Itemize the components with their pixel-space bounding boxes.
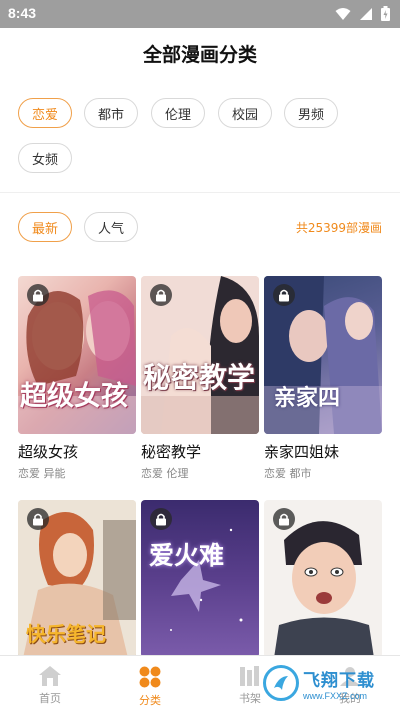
watermark-icon <box>263 665 299 701</box>
nav-home[interactable]: 首页 <box>0 656 100 711</box>
comic-card[interactable] <box>264 500 382 658</box>
comic-cover[interactable]: 超级女孩 <box>18 276 136 434</box>
comic-tags: 恋爱 异能 <box>18 467 66 480</box>
category-chip-male[interactable]: 男频 <box>284 98 338 128</box>
category-chip-ethics[interactable]: 伦理 <box>151 98 205 128</box>
divider <box>0 192 400 193</box>
lock-icon <box>150 508 172 530</box>
category-chip-urban[interactable]: 都市 <box>84 98 138 128</box>
lock-icon <box>27 284 49 306</box>
wifi-icon <box>335 7 351 20</box>
total-count: 共25399部漫画 <box>295 221 382 235</box>
lock-icon <box>150 284 172 306</box>
bookshelf-icon <box>240 666 259 686</box>
cover-title: 爱火难 <box>149 541 225 570</box>
comic-cover[interactable]: 快乐笔记 <box>18 500 136 658</box>
status-bar: 8:43 <box>0 0 400 28</box>
comic-tags: 恋爱 伦理 <box>141 467 189 480</box>
sort-chip-popular[interactable]: 人气 <box>84 212 138 242</box>
cover-title: 秘密教学 <box>143 361 256 394</box>
comic-cover[interactable]: 爱火难 <box>141 500 259 658</box>
comic-card[interactable]: 秘密教学 秘密教学 恋爱 伦理 <box>141 276 259 481</box>
comic-cover[interactable] <box>264 500 382 658</box>
nav-home-label: 首页 <box>39 692 61 705</box>
page-title: 全部漫画分类 <box>142 44 257 66</box>
category-chip-campus[interactable]: 校园 <box>218 98 272 128</box>
lock-icon <box>27 508 49 530</box>
battery-icon <box>381 6 390 21</box>
comic-card[interactable]: 爱火难 <box>141 500 259 658</box>
lock-icon <box>273 284 295 306</box>
watermark-url: www.FXXZ.com <box>303 690 368 701</box>
watermark-title: 飞翔下载 <box>303 670 375 691</box>
comic-tags: 恋爱 都市 <box>264 467 312 480</box>
comic-title: 超级女孩 <box>18 443 79 461</box>
nav-bookshelf-label: 书架 <box>239 692 261 705</box>
sort-chip-latest[interactable]: 最新 <box>18 212 72 242</box>
category-icon <box>139 666 161 688</box>
comic-title: 亲家四姐妹 <box>264 443 340 461</box>
nav-category[interactable]: 分类 <box>100 656 200 711</box>
comic-cover[interactable]: 秘密教学 <box>141 276 259 434</box>
nav-category-label: 分类 <box>139 694 161 707</box>
comic-title: 秘密教学 <box>141 443 202 461</box>
watermark-logo: 飞翔下载 www.FXXZ.com <box>263 662 393 704</box>
comic-card[interactable]: 超级女孩 超级女孩 恋爱 异能 <box>18 276 136 481</box>
lock-icon <box>273 508 295 530</box>
signal-icon <box>360 7 372 20</box>
comic-cover[interactable]: 亲家四 <box>264 276 382 434</box>
cover-title: 超级女孩 <box>20 381 128 412</box>
category-chip-female[interactable]: 女频 <box>18 143 72 173</box>
comic-card[interactable]: 亲家四 亲家四姐妹 恋爱 都市 <box>264 276 382 481</box>
cover-title: 快乐笔记 <box>26 622 106 646</box>
comic-card[interactable]: 快乐笔记 <box>18 500 136 658</box>
category-chip-romance[interactable]: 恋爱 <box>18 98 72 128</box>
home-icon <box>39 666 61 686</box>
status-time: 8:43 <box>8 5 37 21</box>
cover-title: 亲家四 <box>274 385 341 411</box>
status-icons <box>335 6 390 21</box>
